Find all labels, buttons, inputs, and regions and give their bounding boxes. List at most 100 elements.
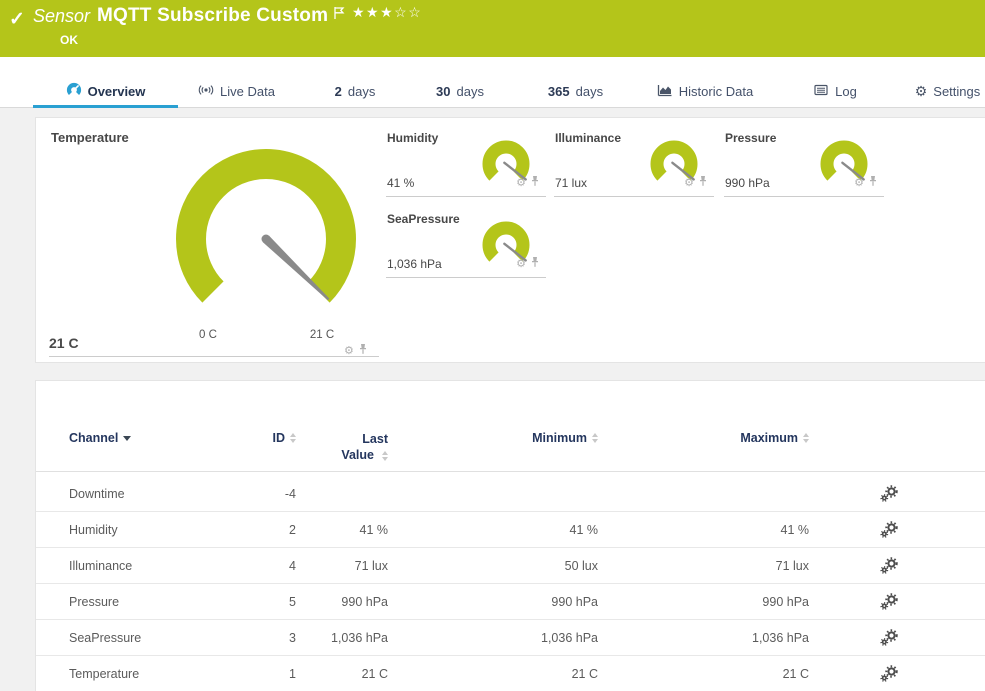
gauges-panel: Temperature 0 C 21 C 21 C ⚙ Humidity 41 … xyxy=(35,117,985,363)
column-header-maximum[interactable]: Maximum xyxy=(609,431,809,445)
flag-icon[interactable] xyxy=(333,6,346,25)
column-header-id[interactable]: ID xyxy=(196,431,296,445)
column-header-last-value[interactable]: Last Value xyxy=(298,431,388,463)
channel-last-value: 990 hPa xyxy=(298,584,388,620)
sort-icon xyxy=(592,433,598,443)
channel-minimum: 990 hPa xyxy=(398,584,598,620)
column-header-channel-label: Channel xyxy=(69,431,118,445)
table-row: Illuminance 4 71 lux 50 lux 71 lux xyxy=(36,548,985,584)
channel-settings-gears-icon[interactable] xyxy=(849,548,929,584)
sort-icon xyxy=(803,433,809,443)
channels-table-panel: Channel ID Last Value Minimum Maximum xyxy=(35,380,985,691)
channel-maximum: 71 lux xyxy=(609,548,809,584)
channel-minimum: 1,036 hPa xyxy=(398,620,598,656)
channel-settings-gears-icon[interactable] xyxy=(849,620,929,656)
channel-last-value: 71 lux xyxy=(298,548,388,584)
column-header-minimum-label: Minimum xyxy=(532,431,587,445)
tab-log-label: Log xyxy=(835,84,857,99)
sensor-title: MQTT Subscribe Custom xyxy=(97,5,328,27)
temperature-gauge xyxy=(166,143,366,313)
priority-stars[interactable]: ★★★☆☆ xyxy=(352,4,422,21)
mini-gauge-title: Illuminance xyxy=(555,131,621,145)
pin-icon[interactable] xyxy=(698,174,708,192)
tab-historic-data-label: Historic Data xyxy=(679,84,753,99)
channel-maximum: 41 % xyxy=(609,512,809,548)
gauge-max-label: 21 C xyxy=(300,329,344,341)
channel-settings-gear-icon[interactable]: ⚙ xyxy=(516,178,526,189)
channel-last-value xyxy=(298,476,388,512)
channel-settings-gears-icon[interactable] xyxy=(849,476,929,512)
column-header-channel[interactable]: Channel xyxy=(69,431,131,445)
table-row: Temperature 1 21 C 21 C 21 C xyxy=(36,656,985,691)
channel-settings-gear-icon[interactable]: ⚙ xyxy=(344,346,354,357)
table-row: SeaPressure 3 1,036 hPa 1,036 hPa 1,036 … xyxy=(36,620,985,656)
mini-gauge-title: Pressure xyxy=(725,131,776,145)
mini-gauge-value: 71 lux xyxy=(555,176,587,190)
tab-settings[interactable]: ⚙ Settings xyxy=(905,75,985,107)
pin-icon[interactable] xyxy=(530,255,540,273)
tab-30-days-number: 30 xyxy=(436,84,450,99)
pin-icon[interactable] xyxy=(530,174,540,192)
content-area: Temperature 0 C 21 C 21 C ⚙ Humidity 41 … xyxy=(0,108,985,691)
tab-365-days[interactable]: 365 days xyxy=(528,75,623,107)
column-header-minimum[interactable]: Minimum xyxy=(398,431,598,445)
broadcast-icon xyxy=(198,82,214,101)
channel-settings-gears-icon[interactable] xyxy=(849,656,929,691)
table-row: Pressure 5 990 hPa 990 hPa 990 hPa xyxy=(36,584,985,620)
pin-icon[interactable] xyxy=(358,342,368,360)
mini-gauge-pressure: Pressure 990 hPa ⚙ xyxy=(724,131,884,197)
sensor-status-banner: ✓ Sensor MQTT Subscribe Custom ★★★☆☆ OK xyxy=(0,0,985,57)
channel-maximum xyxy=(609,476,809,512)
channel-last-value: 21 C xyxy=(298,656,388,691)
tab-2-days[interactable]: 2 days xyxy=(320,75,390,107)
mini-gauge-value: 41 % xyxy=(387,176,414,190)
channel-name: Humidity xyxy=(69,512,118,548)
channel-id: 3 xyxy=(196,620,296,656)
tab-30-days[interactable]: 30 days xyxy=(420,75,500,107)
channel-id: 1 xyxy=(196,656,296,691)
tab-2-days-word: days xyxy=(348,84,375,99)
ok-check-icon: ✓ xyxy=(9,8,25,31)
sort-icon xyxy=(290,433,296,443)
channel-last-value: 41 % xyxy=(298,512,388,548)
column-header-id-label: ID xyxy=(273,431,286,445)
channel-settings-gears-icon[interactable] xyxy=(849,584,929,620)
sort-desc-icon xyxy=(123,436,131,441)
channel-id: -4 xyxy=(196,476,296,512)
table-header: Channel ID Last Value Minimum Maximum xyxy=(36,381,985,471)
gauge-icon xyxy=(66,82,82,101)
channel-id: 4 xyxy=(196,548,296,584)
channel-name: SeaPressure xyxy=(69,620,141,656)
channel-maximum: 21 C xyxy=(609,656,809,691)
tab-historic-data[interactable]: Historic Data xyxy=(645,75,765,107)
tab-bar: Overview Live Data 2 days 30 days 365 da… xyxy=(0,57,985,108)
tab-overview[interactable]: Overview xyxy=(33,75,178,107)
channel-name: Temperature xyxy=(69,656,139,691)
tab-log[interactable]: Log xyxy=(805,75,865,107)
tab-live-data-label: Live Data xyxy=(220,84,275,99)
area-chart-icon xyxy=(657,82,673,101)
channel-name: Downtime xyxy=(69,476,125,512)
pin-icon[interactable] xyxy=(868,174,878,192)
mini-gauge-seapressure: SeaPressure 1,036 hPa ⚙ xyxy=(386,212,546,278)
tab-2-days-number: 2 xyxy=(335,84,342,99)
channel-settings-gear-icon[interactable]: ⚙ xyxy=(516,259,526,270)
channel-maximum: 1,036 hPa xyxy=(609,620,809,656)
table-row: Downtime -4 xyxy=(36,476,985,512)
channel-settings-gear-icon[interactable]: ⚙ xyxy=(684,178,694,189)
mini-gauge-humidity: Humidity 41 % ⚙ xyxy=(386,131,546,197)
mini-gauge-illuminance: Illuminance 71 lux ⚙ xyxy=(554,131,714,197)
channel-minimum: 21 C xyxy=(398,656,598,691)
channel-minimum xyxy=(398,476,598,512)
gear-icon: ⚙ xyxy=(915,84,928,98)
column-header-maximum-label: Maximum xyxy=(740,431,798,445)
gauge-min-label: 0 C xyxy=(186,329,230,341)
tab-overview-label: Overview xyxy=(88,84,146,99)
channel-settings-gears-icon[interactable] xyxy=(849,512,929,548)
tab-live-data[interactable]: Live Data xyxy=(185,75,288,107)
channel-settings-gear-icon[interactable]: ⚙ xyxy=(854,178,864,189)
log-list-icon xyxy=(813,82,829,101)
primary-gauge-title: Temperature xyxy=(51,130,129,145)
column-header-last-label-line2: Value xyxy=(341,447,374,463)
channel-maximum: 990 hPa xyxy=(609,584,809,620)
